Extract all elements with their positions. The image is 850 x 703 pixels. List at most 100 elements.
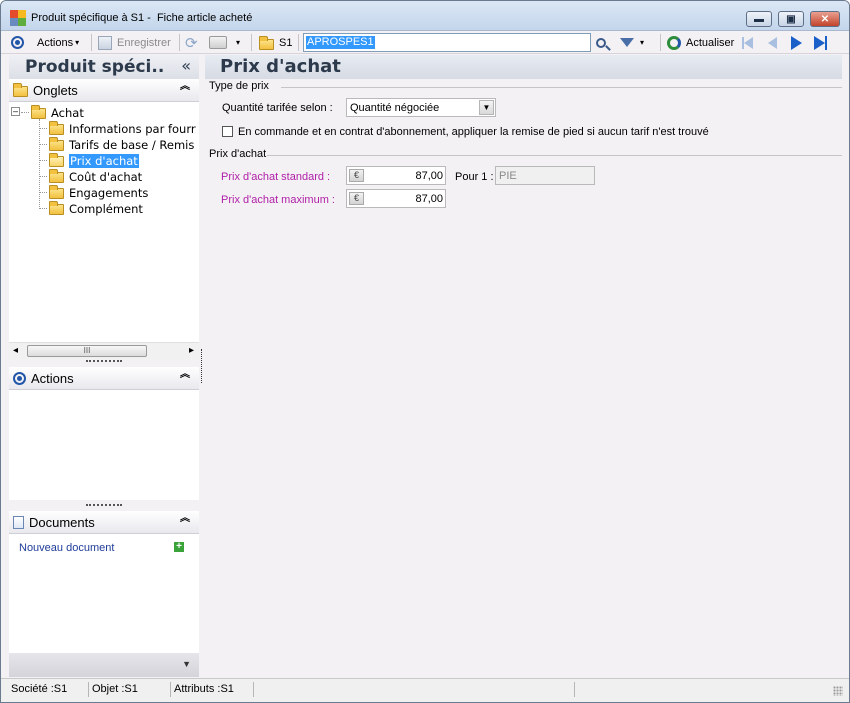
- collapse-icon[interactable]: ︽: [180, 82, 190, 92]
- document-icon: [13, 515, 24, 529]
- tree-item-cout-achat[interactable]: Coût d'achat: [49, 168, 143, 185]
- collapse-node-icon[interactable]: –: [11, 107, 20, 116]
- collapse-icon[interactable]: ︽: [180, 514, 190, 524]
- tabs-tree: – Achat Informations par fourr Tarifs de…: [9, 102, 199, 342]
- splitter-handle[interactable]: [86, 504, 122, 507]
- previous-record-button[interactable]: [768, 34, 777, 51]
- sync-icon: ⟳: [185, 34, 198, 52]
- close-icon: ✕: [820, 13, 830, 25]
- tree-horizontal-scrollbar[interactable]: ◂ III ▸: [9, 342, 199, 359]
- actions-menu-button[interactable]: Actions ▾: [11, 34, 79, 51]
- search-button[interactable]: [596, 34, 611, 51]
- minimize-button[interactable]: ▬: [746, 11, 772, 27]
- close-button[interactable]: ✕: [810, 11, 840, 27]
- tree-node-achat[interactable]: Achat: [31, 104, 84, 121]
- max-price-field[interactable]: € 87,00: [346, 189, 446, 208]
- refresh-icon: [667, 35, 681, 50]
- folder-icon: [49, 136, 64, 151]
- search-icon: [596, 37, 611, 51]
- maximize-icon: ▣: [786, 13, 796, 25]
- maximize-button[interactable]: ▣: [778, 11, 804, 27]
- footer-discount-checkbox[interactable]: [222, 126, 233, 137]
- actions-icon: [11, 36, 24, 49]
- collapse-icon[interactable]: ︽: [180, 370, 190, 380]
- status-attributes: Attributs :S1: [172, 682, 254, 697]
- actions-panel-header[interactable]: Actions ︽: [9, 367, 199, 390]
- actions-panel-title: Actions: [31, 370, 74, 386]
- collapse-pane-icon[interactable]: «: [181, 56, 191, 75]
- folder-icon: [31, 104, 46, 119]
- tree-item-label: Prix d'achat: [69, 154, 139, 168]
- documents-panel-title: Documents: [29, 514, 95, 530]
- filter-button[interactable]: ▾: [620, 34, 644, 51]
- tree-item-label: Complément: [69, 202, 143, 216]
- scrollbar-thumb[interactable]: III: [27, 345, 147, 357]
- tabs-panel-title: Onglets: [33, 82, 78, 98]
- tree-node-label: Achat: [51, 106, 84, 120]
- last-icon: [814, 35, 827, 50]
- refresh-label: Actualiser: [686, 36, 735, 49]
- status-bar: Société :S1 Objet :S1 Attributs :S1: [1, 678, 849, 702]
- toolbar-divider: [660, 34, 661, 51]
- footer-discount-label: En commande et en contrat d'abonnement, …: [238, 126, 709, 138]
- save-icon: [98, 35, 112, 50]
- qty-basis-label: Quantité tarifée selon :: [222, 102, 333, 114]
- last-record-button[interactable]: [814, 34, 827, 51]
- group-divider: [281, 87, 842, 88]
- open-folder-icon: [49, 152, 64, 167]
- toolbar-divider: [251, 34, 252, 51]
- toolbar-divider: [179, 34, 180, 51]
- add-document-icon[interactable]: +: [174, 542, 184, 552]
- currency-icon[interactable]: €: [349, 192, 364, 205]
- print-button[interactable]: ▾: [209, 34, 240, 51]
- documents-panel-body: Nouveau document +: [9, 534, 199, 653]
- scroll-right-icon[interactable]: ▸: [189, 345, 194, 356]
- pane-splitter[interactable]: [201, 349, 202, 383]
- main-content: Prix d'achat Type de prix Quantité tarif…: [205, 55, 842, 677]
- tree-item-complement[interactable]: Complément: [49, 200, 143, 217]
- tree-item-label: Tarifs de base / Remis: [69, 138, 195, 152]
- folder-icon: [49, 168, 64, 183]
- status-spacer: [255, 682, 575, 697]
- tabs-panel-header[interactable]: Onglets ︽: [9, 79, 199, 102]
- documents-panel-header[interactable]: Documents ︽: [9, 511, 199, 534]
- resize-grip-icon[interactable]: [833, 686, 843, 696]
- next-record-button[interactable]: [791, 34, 802, 51]
- app-window: Produit spécifique à S1 - Fiche article …: [0, 0, 850, 703]
- currency-icon[interactable]: €: [349, 169, 364, 182]
- left-pane-title: Produit spéci..: [25, 57, 165, 77]
- chevron-down-icon[interactable]: ▼: [479, 100, 494, 115]
- new-document-link[interactable]: Nouveau document: [19, 542, 114, 554]
- left-pane-header: Produit spéci.. «: [9, 55, 199, 79]
- toolbar-divider: [298, 34, 299, 51]
- search-value: APROSPES1: [306, 36, 375, 49]
- max-price-value: 87,00: [415, 193, 443, 205]
- left-pane: Produit spéci.. « Onglets ︽ – Achat Info…: [9, 55, 199, 677]
- tree-item-informations[interactable]: Informations par fourr: [49, 120, 196, 137]
- tree-item-engagements[interactable]: Engagements: [49, 184, 149, 201]
- search-input[interactable]: APROSPES1: [303, 33, 591, 52]
- folder-icon: [259, 35, 274, 50]
- site-button[interactable]: S1: [259, 34, 292, 51]
- folder-icon: [49, 200, 64, 215]
- left-pane-footer: ▼: [9, 653, 199, 677]
- tree-item-label: Engagements: [69, 186, 149, 200]
- price-type-group-label: Type de prix: [209, 80, 269, 92]
- next-icon: [791, 35, 802, 50]
- first-record-button[interactable]: [742, 34, 753, 51]
- scroll-left-icon[interactable]: ◂: [13, 345, 18, 356]
- folder-icon: [13, 83, 28, 97]
- save-button[interactable]: Enregistrer: [98, 34, 171, 51]
- per-unit-label: Pour 1 :: [455, 171, 494, 183]
- refresh-button[interactable]: Actualiser: [667, 34, 734, 51]
- sync-button[interactable]: ⟳: [185, 34, 198, 52]
- tree-item-tarifs[interactable]: Tarifs de base / Remis: [49, 136, 195, 153]
- qty-basis-value: Quantité négociée: [350, 102, 440, 114]
- chevron-down-icon[interactable]: ▼: [182, 659, 191, 669]
- tree-item-prix-achat[interactable]: Prix d'achat: [49, 152, 139, 169]
- actions-label: Actions: [37, 36, 74, 49]
- splitter-handle[interactable]: [86, 360, 122, 363]
- qty-basis-select[interactable]: Quantité négociée ▼: [346, 98, 496, 117]
- tree-item-label: Coût d'achat: [69, 170, 143, 184]
- standard-price-field[interactable]: € 87,00: [346, 166, 446, 185]
